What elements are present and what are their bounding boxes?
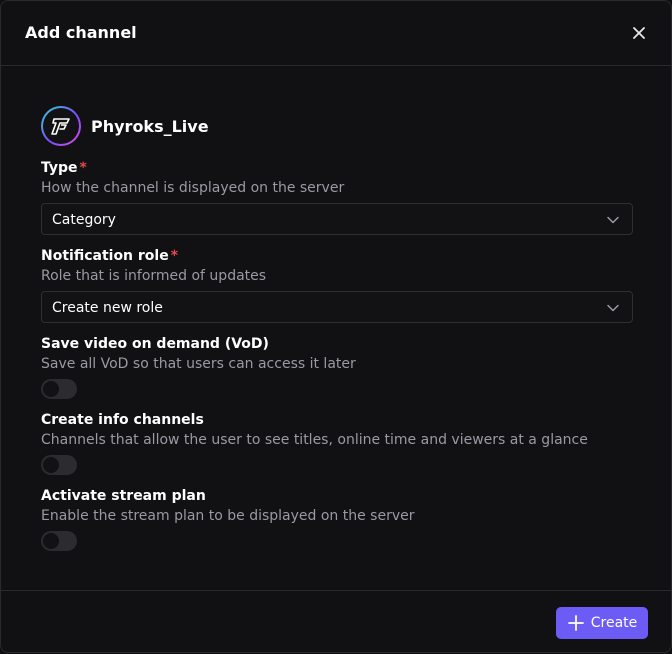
chevron-down-icon <box>607 304 619 312</box>
plus-icon <box>567 615 584 631</box>
info-channels-label: Create info channels <box>41 412 204 428</box>
dialog-header: Add channel <box>1 1 671 66</box>
close-icon <box>633 27 645 39</box>
dialog-title: Add channel <box>25 23 137 42</box>
channel-name: Phyroks_Live <box>91 116 209 136</box>
add-channel-dialog: Add channel Phyroks_Live Type * How the c <box>0 0 672 653</box>
type-field: Type * How the channel is displayed on th… <box>41 159 633 235</box>
stream-plan-description: Enable the stream plan to be displayed o… <box>41 508 415 524</box>
toggle-knob <box>42 532 60 550</box>
stream-plan-label: Activate stream plan <box>41 488 206 504</box>
notification-role-select-value: Create new role <box>52 300 163 316</box>
phyroks-logo-icon <box>51 118 70 135</box>
vod-toggle[interactable] <box>41 379 77 399</box>
channel-info: Phyroks_Live <box>41 106 209 146</box>
notification-role-description: Role that is informed of updates <box>41 268 267 284</box>
toggle-knob <box>42 456 60 474</box>
type-label: Type * <box>41 160 87 176</box>
required-marker: * <box>79 160 87 176</box>
avatar <box>41 106 81 146</box>
notification-role-field: Notification role * Role that is informed… <box>41 247 633 323</box>
create-button-label: Create <box>590 615 638 631</box>
info-channels-field: Create info channels Channels that allow… <box>41 411 633 475</box>
vod-field: Save video on demand (VoD) Save all VoD … <box>41 335 633 399</box>
info-channels-description: Channels that allow the user to see titl… <box>41 432 588 448</box>
notification-role-select[interactable]: Create new role <box>41 291 633 323</box>
create-button[interactable]: Create <box>556 607 648 639</box>
info-channels-toggle[interactable] <box>41 455 77 475</box>
vod-description: Save all VoD so that users can access it… <box>41 356 356 372</box>
stream-plan-field: Activate stream plan Enable the stream p… <box>41 487 633 551</box>
type-select-value: Category <box>52 212 116 228</box>
chevron-down-icon <box>607 216 619 224</box>
stream-plan-toggle[interactable] <box>41 531 77 551</box>
type-select[interactable]: Category <box>41 203 633 235</box>
toggle-knob <box>42 380 60 398</box>
type-description: How the channel is displayed on the serv… <box>41 180 345 196</box>
notification-role-label: Notification role * <box>41 248 179 264</box>
close-button[interactable] <box>629 23 649 43</box>
required-marker: * <box>170 248 179 264</box>
vod-label: Save video on demand (VoD) <box>41 336 269 352</box>
dialog-footer: Create <box>1 590 671 654</box>
